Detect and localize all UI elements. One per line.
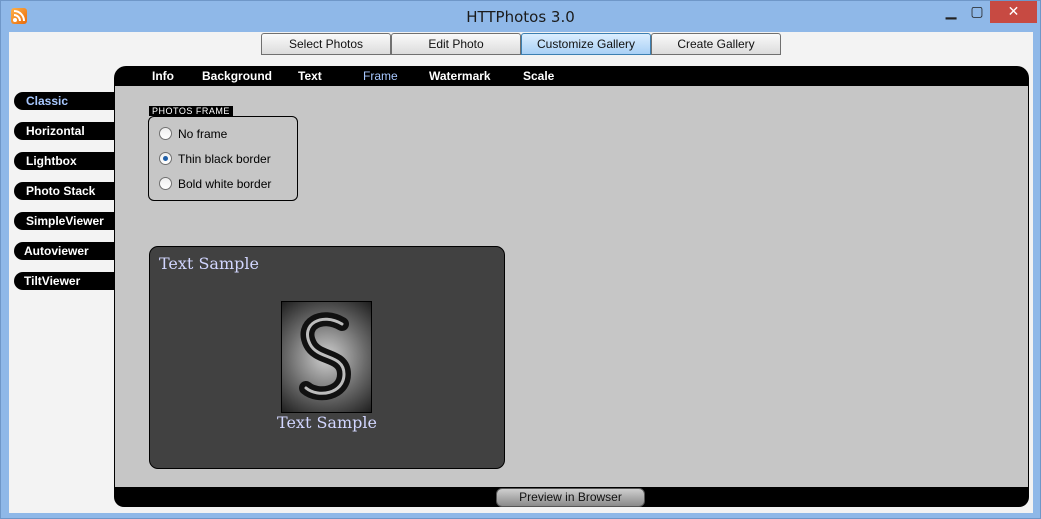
preview-title: Text Sample: [159, 254, 259, 273]
subnav-text[interactable]: Text: [298, 69, 322, 83]
maximize-button[interactable]: ▢: [964, 1, 990, 23]
client-area: Select Photos Edit Photo Customize Galle…: [9, 32, 1033, 513]
photos-frame-group: No frame Thin black border Bold white bo…: [148, 116, 298, 201]
subnav-info[interactable]: Info: [152, 69, 174, 83]
letter-s-image-icon: [299, 312, 352, 401]
app-window: HTTPhotos 3.0 ▁ ▢ ✕ Select Photos Edit P…: [0, 0, 1041, 519]
radio-button[interactable]: [159, 152, 172, 166]
subnav-scale[interactable]: Scale: [523, 69, 554, 83]
gallery-preview: Text Sample Text Sample: [149, 246, 505, 469]
customize-panel: Info Background Text Frame Watermark Sca…: [114, 66, 1029, 507]
window-title: HTTPhotos 3.0: [466, 8, 575, 26]
sidebar-item-tiltviewer[interactable]: TiltViewer: [14, 272, 114, 290]
subnav-watermark[interactable]: Watermark: [429, 69, 491, 83]
preview-in-browser-button[interactable]: Preview in Browser: [496, 488, 645, 507]
sidebar-item-autoviewer[interactable]: Autoviewer: [14, 242, 114, 260]
photos-frame-legend: PHOTOS FRAME: [149, 106, 233, 116]
sidebar-item-horizontal[interactable]: Horizontal: [14, 122, 114, 140]
minimize-button[interactable]: ▁: [938, 1, 964, 23]
close-button[interactable]: ✕: [990, 1, 1037, 23]
radio-label: Bold white border: [178, 177, 272, 191]
radio-button[interactable]: [159, 127, 172, 141]
radio-bold-white-border[interactable]: Bold white border: [159, 177, 271, 191]
sample-photo-thumbnail: [281, 301, 372, 413]
tab-edit-photo[interactable]: Edit Photo: [391, 33, 521, 55]
tab-customize-gallery[interactable]: Customize Gallery: [521, 33, 651, 55]
radio-thin-black-border[interactable]: Thin black border: [159, 152, 271, 166]
subnav-background[interactable]: Background: [202, 69, 272, 83]
radio-no-frame[interactable]: No frame: [159, 127, 227, 141]
subnav-frame[interactable]: Frame: [363, 69, 398, 83]
frame-settings-area: PHOTOS FRAME No frame Thin black border …: [115, 86, 1028, 487]
radio-button[interactable]: [159, 177, 172, 191]
tab-select-photos[interactable]: Select Photos: [261, 33, 391, 55]
sidebar-item-classic[interactable]: Classic: [14, 92, 114, 110]
radio-label: No frame: [178, 127, 228, 141]
title-bar: HTTPhotos 3.0 ▁ ▢ ✕: [1, 1, 1040, 31]
radio-label: Thin black border: [178, 152, 271, 166]
thumbnail-caption: Text Sample: [277, 413, 377, 432]
tab-create-gallery[interactable]: Create Gallery: [651, 33, 781, 55]
sidebar-item-photo-stack[interactable]: Photo Stack: [14, 182, 114, 200]
sidebar-item-simpleviewer[interactable]: SimpleViewer: [14, 212, 114, 230]
sidebar-item-lightbox[interactable]: Lightbox: [14, 152, 114, 170]
